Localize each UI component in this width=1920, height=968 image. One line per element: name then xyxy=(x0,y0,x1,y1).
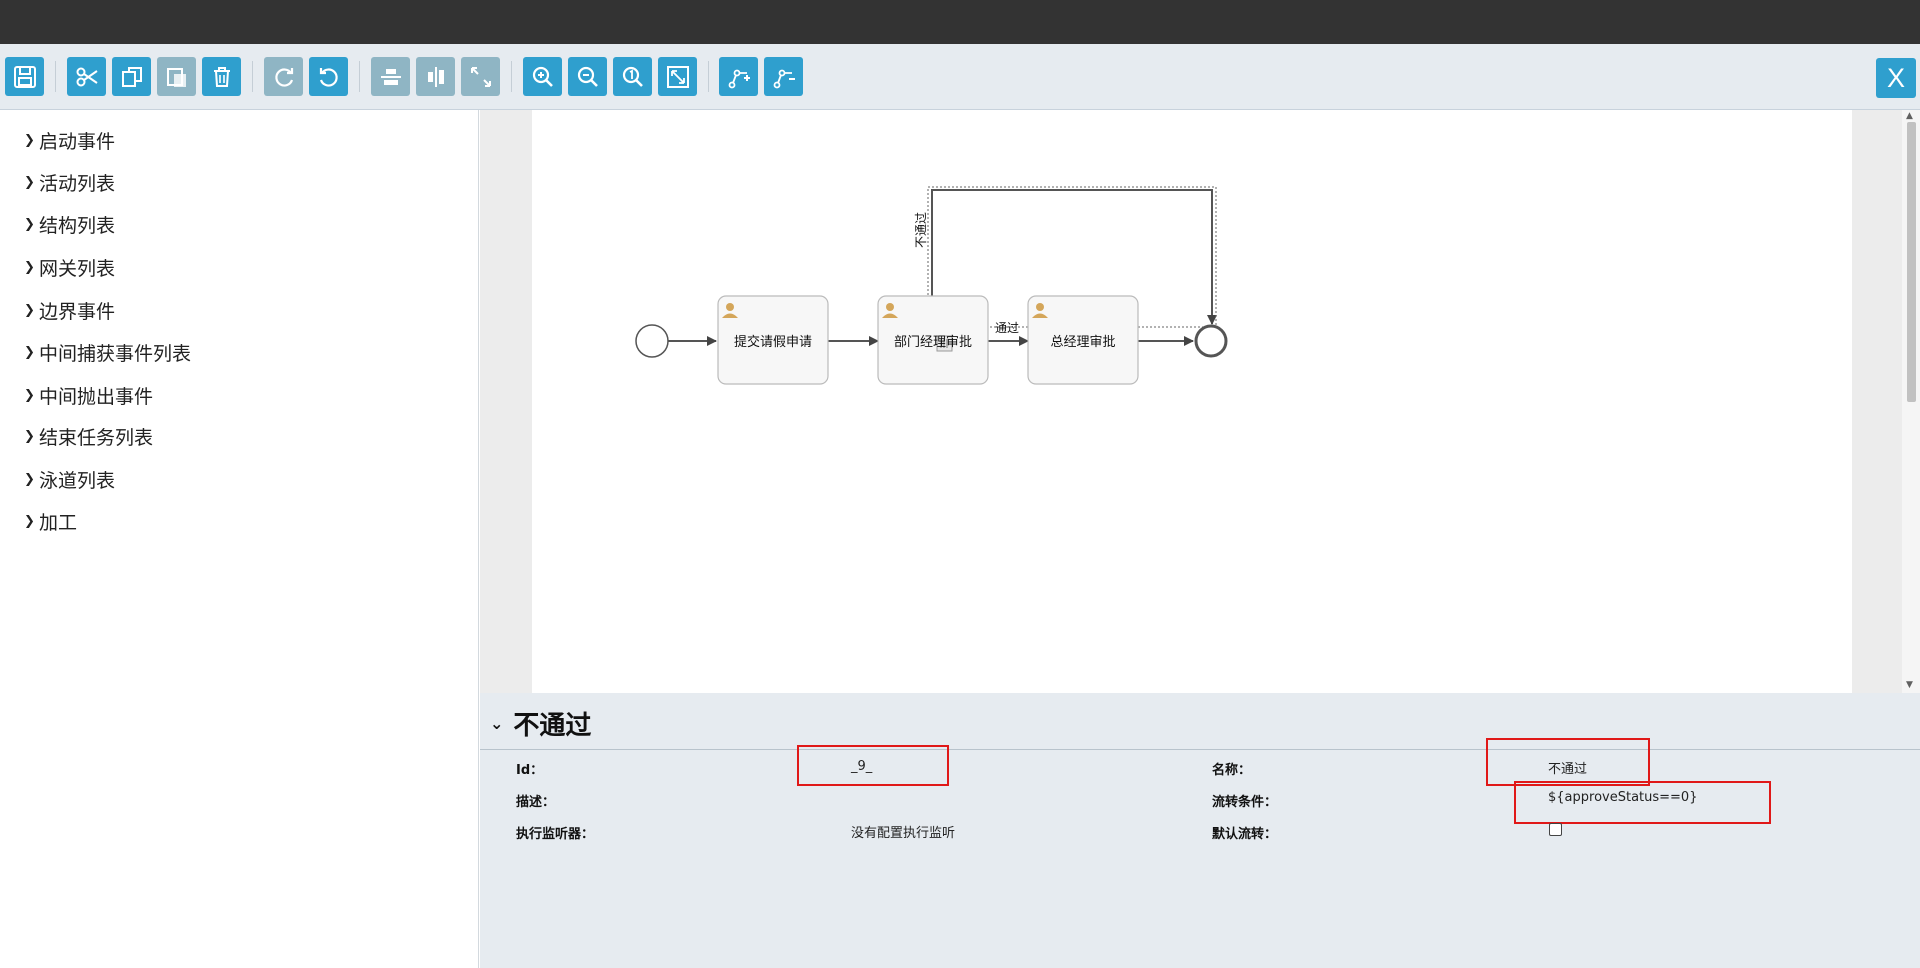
palette-item-throwing-events[interactable]: ❯ 中间抛出事件 xyxy=(24,382,153,408)
zoom-out-button[interactable] xyxy=(568,57,607,96)
divider xyxy=(480,749,1920,750)
name-label: 名称： xyxy=(1212,763,1252,778)
highlight-box xyxy=(1486,738,1650,786)
toolbar-separator xyxy=(359,61,360,92)
palette-item-start-events[interactable]: ❯ 启动事件 xyxy=(24,127,115,153)
caret-right-icon: ❯ xyxy=(24,216,35,232)
redo-icon xyxy=(274,67,293,87)
close-button[interactable]: X xyxy=(1876,58,1916,98)
shape-palette: ❯ 启动事件 ❯ 活动列表 ❯ 结构列表 ❯ 网关列表 ❯ 边界事件 ❯ 中间捕获事件列表 … xyxy=(0,110,479,968)
palette-item-boundary-events[interactable]: ❯ 边界事件 xyxy=(24,297,115,323)
zoom-out-icon xyxy=(577,66,598,87)
flow-label-pass: 通过 xyxy=(995,321,1020,335)
app-header-bar xyxy=(0,0,1920,44)
align-vertical-button[interactable] xyxy=(371,57,410,96)
flow-label-reject: 不通过 xyxy=(914,211,928,248)
copy-button[interactable] xyxy=(112,57,151,96)
listener-label: 执行监听器： xyxy=(516,827,595,842)
properties-panel: ⌄ 不通过 Id： _9_ 名称： 不通过 描述： 流转条件： ${approv… xyxy=(480,693,1920,968)
caret-right-icon: ❯ xyxy=(24,132,35,148)
palette-item-activities[interactable]: ❯ 活动列表 xyxy=(24,169,115,195)
condition-label: 流转条件： xyxy=(1212,795,1278,810)
caret-right-icon: ❯ xyxy=(24,344,35,360)
scroll-down-icon[interactable]: ▼ xyxy=(1906,680,1913,690)
scrollbar-thumb[interactable] xyxy=(1907,122,1916,402)
resize-icon xyxy=(470,66,491,87)
task-label: 部门经理审批 xyxy=(893,335,972,350)
paste-button[interactable] xyxy=(157,57,196,96)
caret-right-icon: ❯ xyxy=(24,174,35,190)
scroll-up-icon[interactable]: ▲ xyxy=(1906,111,1913,121)
trash-icon xyxy=(213,66,230,87)
description-label: 描述： xyxy=(516,795,556,810)
canvas-scrollbar[interactable]: ▲ ▼ xyxy=(1902,110,1920,693)
toolbar-separator xyxy=(55,61,56,92)
caret-right-icon: ❯ xyxy=(24,471,35,487)
start-event[interactable] xyxy=(635,324,669,358)
palette-item-gateways[interactable]: ❯ 网关列表 xyxy=(24,254,115,280)
palette-item-structures[interactable]: ❯ 结构列表 xyxy=(24,211,115,237)
fit-screen-icon xyxy=(666,65,689,88)
palette-item-catching-events[interactable]: ❯ 中间捕获事件列表 xyxy=(24,339,191,365)
remove-docker-button[interactable] xyxy=(764,57,803,96)
toolbar-separator xyxy=(708,61,709,92)
cut-button[interactable] xyxy=(67,57,106,96)
end-event[interactable] xyxy=(1194,324,1228,358)
highlight-box xyxy=(797,745,949,786)
undo-icon xyxy=(319,67,338,87)
caret-right-icon: ❯ xyxy=(24,302,35,318)
highlight-box xyxy=(1514,781,1771,824)
delete-button[interactable] xyxy=(202,57,241,96)
zoom-in-icon xyxy=(532,66,553,87)
task-label: 总经理审批 xyxy=(1050,335,1116,350)
zoom-actual-button[interactable] xyxy=(613,57,652,96)
default-flow-label: 默认流转： xyxy=(1212,827,1278,842)
caret-right-icon: ❯ xyxy=(24,259,35,275)
diagram-canvas[interactable]: 提交请假申请 部门经理审批 总经理审批 通过 不通过 xyxy=(532,110,1852,693)
caret-right-icon: ❯ xyxy=(24,428,35,444)
same-size-button[interactable] xyxy=(461,57,500,96)
zoom-fit-button[interactable] xyxy=(658,57,697,96)
paste-icon xyxy=(166,67,186,87)
task-label: 提交请假申请 xyxy=(733,335,812,350)
id-label: Id： xyxy=(516,763,544,778)
canvas-area: 提交请假申请 部门经理审批 总经理审批 通过 不通过 xyxy=(480,110,1920,693)
add-docker-button[interactable] xyxy=(719,57,758,96)
listener-value[interactable]: 没有配置执行监听 xyxy=(851,822,955,841)
chevron-down-icon: ⌄ xyxy=(490,714,504,733)
copy-icon xyxy=(121,66,142,87)
properties-title: 不通过 xyxy=(513,711,592,741)
default-flow-checkbox[interactable] xyxy=(1549,823,1562,836)
remove-bend-icon xyxy=(773,69,795,88)
properties-header[interactable]: ⌄ 不通过 xyxy=(490,705,591,742)
add-bend-icon xyxy=(728,69,750,88)
undo-button[interactable] xyxy=(309,57,348,96)
save-button[interactable] xyxy=(5,57,44,96)
save-icon xyxy=(13,65,36,88)
redo-button[interactable] xyxy=(264,57,303,96)
zoom-actual-icon xyxy=(622,66,643,87)
zoom-in-button[interactable] xyxy=(523,57,562,96)
palette-item-end-events[interactable]: ❯ 结束任务列表 xyxy=(24,423,153,449)
align-horizontal-icon xyxy=(427,66,444,87)
caret-right-icon: ❯ xyxy=(24,513,35,529)
toolbar-separator xyxy=(511,61,512,92)
palette-item-swimlanes[interactable]: ❯ 泳道列表 xyxy=(24,466,115,492)
align-horizontal-button[interactable] xyxy=(416,57,455,96)
align-vertical-icon xyxy=(380,68,401,85)
scissors-icon xyxy=(76,67,98,86)
palette-item-artifacts[interactable]: ❯ 加工 xyxy=(24,508,77,534)
caret-right-icon: ❯ xyxy=(24,387,35,403)
toolbar: X xyxy=(0,44,1920,110)
toolbar-separator xyxy=(252,61,253,92)
